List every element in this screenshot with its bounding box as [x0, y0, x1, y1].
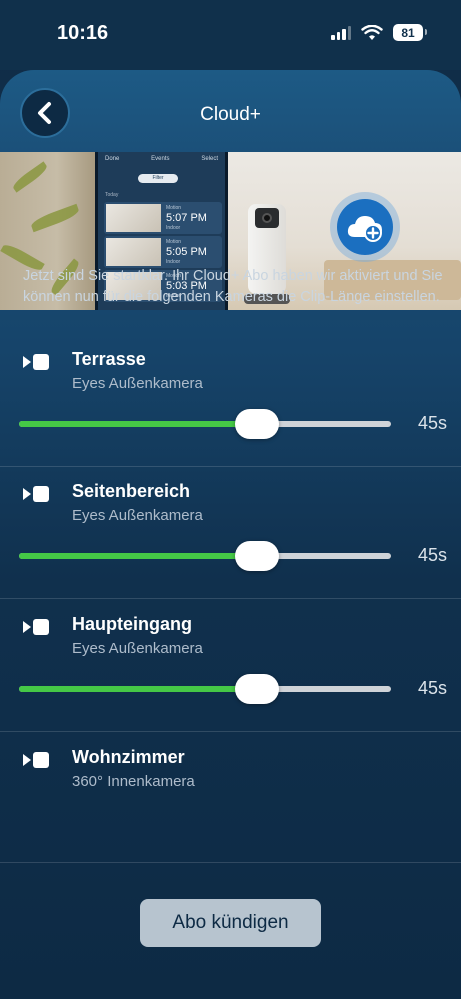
battery-icon: 81	[393, 24, 427, 41]
phone-nav-left: Done	[105, 156, 120, 162]
slider-thumb[interactable]	[235, 409, 280, 439]
camera-item-terrasse: Terrasse Eyes Außenkamera 45s	[0, 348, 461, 467]
video-camera-icon	[23, 619, 49, 635]
camera-name: Seitenbereich	[72, 481, 191, 501]
camera-type: 360° Innenkamera	[72, 773, 195, 790]
page-title: Cloud+	[200, 104, 261, 125]
slider-thumb[interactable]	[235, 541, 280, 571]
video-camera-icon	[23, 752, 49, 768]
video-camera-icon	[23, 354, 49, 370]
cellular-signal-icon	[331, 25, 351, 40]
clip-length-value: 45s	[417, 413, 447, 433]
video-camera-icon	[23, 486, 49, 502]
header: Cloud+	[0, 70, 461, 152]
phone-nav-title: Events	[151, 156, 170, 162]
phone-nav-right: Select	[201, 156, 218, 162]
camera-name: Terrasse	[72, 349, 146, 369]
clip-length-value: 45s	[417, 545, 447, 565]
clip-length-value: 45s	[417, 678, 447, 698]
activation-description: Jetzt sind Sie startklar. Ihr Cloud+ Abo…	[23, 268, 443, 305]
camera-type: Eyes Außenkamera	[72, 507, 203, 524]
camera-item-haupteingang: Haupteingang Eyes Außenkamera 45s	[0, 600, 461, 732]
phone-today-label: Today	[105, 192, 119, 198]
camera-type: Eyes Außenkamera	[72, 640, 203, 657]
status-time: 10:16	[57, 22, 109, 44]
slider-thumb[interactable]	[235, 674, 280, 704]
camera-type: Eyes Außenkamera	[72, 375, 203, 392]
camera-list[interactable]: Terrasse Eyes Außenkamera 45s Seitenbere…	[0, 348, 461, 793]
phone-event-row: Motion 5:05 PM Indoor	[104, 236, 222, 268]
cloud-plus-icon	[337, 199, 393, 255]
clip-length-slider[interactable]	[19, 541, 391, 571]
phone-event-row: Motion 5:07 PM Indoor	[104, 202, 222, 234]
camera-name: Haupteingang	[72, 614, 192, 634]
camera-item-wohnzimmer: Wohnzimmer 360° Innenkamera	[0, 733, 461, 793]
clip-length-slider[interactable]	[19, 409, 391, 439]
phone-filter-pill: Filter	[138, 174, 178, 183]
camera-item-seitenbereich: Seitenbereich Eyes Außenkamera 45s	[0, 467, 461, 599]
camera-name: Wohnzimmer	[72, 747, 185, 767]
list-bottom-divider	[0, 862, 461, 863]
clip-length-slider[interactable]	[19, 674, 391, 704]
status-icons: 81	[331, 24, 427, 41]
wifi-icon	[361, 24, 383, 40]
status-bar: 10:16 81	[0, 0, 461, 70]
cancel-subscription-button[interactable]: Abo kündigen	[140, 899, 321, 947]
